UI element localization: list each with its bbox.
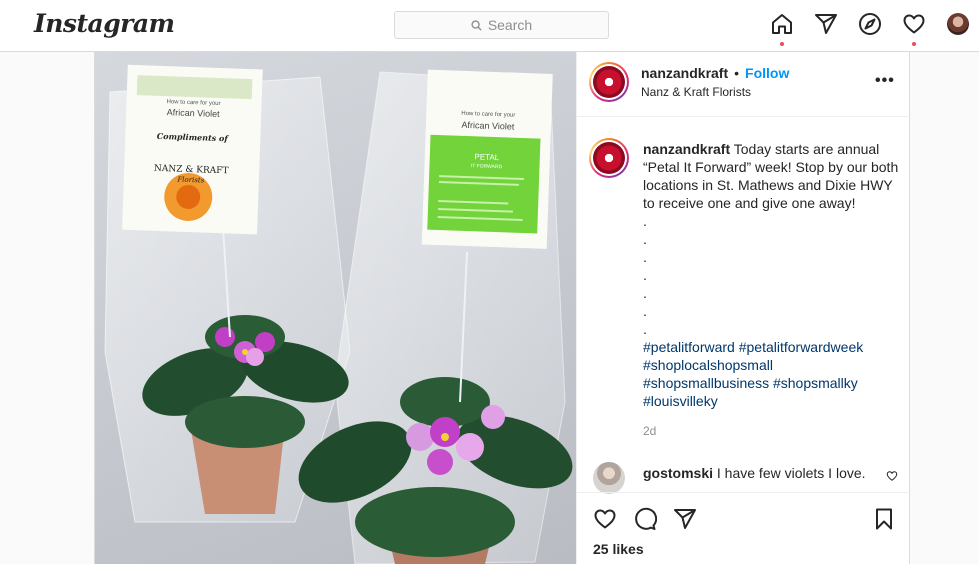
search-icon (471, 19, 482, 31)
header-separator: • (734, 65, 740, 81)
compass-icon (859, 13, 881, 35)
tag-right-line2: African Violet (461, 120, 515, 132)
search-placeholder: Search (487, 17, 533, 33)
caption-story-ring[interactable] (589, 138, 629, 178)
post-sidebar: nanzandkraft • Follow Nanz & Kraft Flori… (576, 52, 911, 564)
search-input[interactable]: Search (394, 11, 609, 39)
commenter-username[interactable]: gostomski (643, 465, 713, 481)
home-button[interactable] (770, 12, 794, 46)
post-header: nanzandkraft • Follow Nanz & Kraft Flori… (577, 52, 911, 117)
location-subtitle[interactable]: Nanz & Kraft Florists (641, 85, 751, 99)
comment-text: I have few violets I love. (713, 465, 866, 481)
post-timestamp[interactable]: 2d (643, 424, 656, 438)
activity-notification-dot (912, 42, 916, 46)
account-avatar (593, 66, 625, 98)
post-photo[interactable]: How to care for your African Violet Comp… (95, 52, 576, 564)
commenter-avatar[interactable] (593, 462, 625, 494)
more-options-button[interactable]: ••• (875, 72, 895, 90)
header-username[interactable]: nanzandkraft (641, 65, 728, 81)
post-caption: nanzandkraft Today starts are annual “Pe… (643, 140, 901, 410)
top-navigation-bar: Instagram Search (0, 0, 979, 52)
heart-icon (903, 14, 925, 34)
direct-messages-button[interactable] (814, 12, 838, 40)
profile-avatar[interactable] (947, 13, 969, 35)
story-ring[interactable] (589, 62, 629, 102)
like-icon[interactable] (593, 507, 617, 531)
follow-button[interactable]: Follow (745, 65, 789, 81)
comment-icon[interactable] (633, 507, 657, 531)
post-actions: 25 likes (577, 492, 911, 564)
caption-username[interactable]: nanzandkraft (643, 141, 730, 157)
tag-left-line5: Florists (176, 176, 205, 185)
home-notification-dot (780, 42, 784, 46)
post-card: How to care for your African Violet Comp… (94, 52, 911, 564)
caption-text: Today starts are annual “Petal It Forwar… (643, 141, 899, 337)
save-bookmark-icon[interactable] (872, 507, 896, 531)
instagram-logo[interactable]: Instagram (34, 9, 175, 38)
home-icon (772, 14, 792, 34)
tag-right-line4: IT FORWARD (471, 163, 503, 170)
caption-hashtags[interactable]: #petalitforward #petalitforwardweek #sho… (643, 338, 901, 410)
comment-like-icon[interactable] (886, 470, 898, 482)
likes-count[interactable]: 25 likes (593, 541, 644, 557)
comment-item: gostomski I have few violets I love. (593, 462, 911, 494)
paper-plane-icon (815, 14, 837, 34)
tag-left-line2: African Violet (167, 107, 221, 119)
caption-avatar (593, 142, 625, 174)
african-violet-photo: How to care for your African Violet Comp… (104, 64, 573, 564)
share-icon[interactable] (673, 507, 697, 531)
activity-button[interactable] (902, 12, 926, 46)
explore-button[interactable] (858, 12, 882, 40)
tag-right-line3: PETAL (474, 152, 500, 162)
